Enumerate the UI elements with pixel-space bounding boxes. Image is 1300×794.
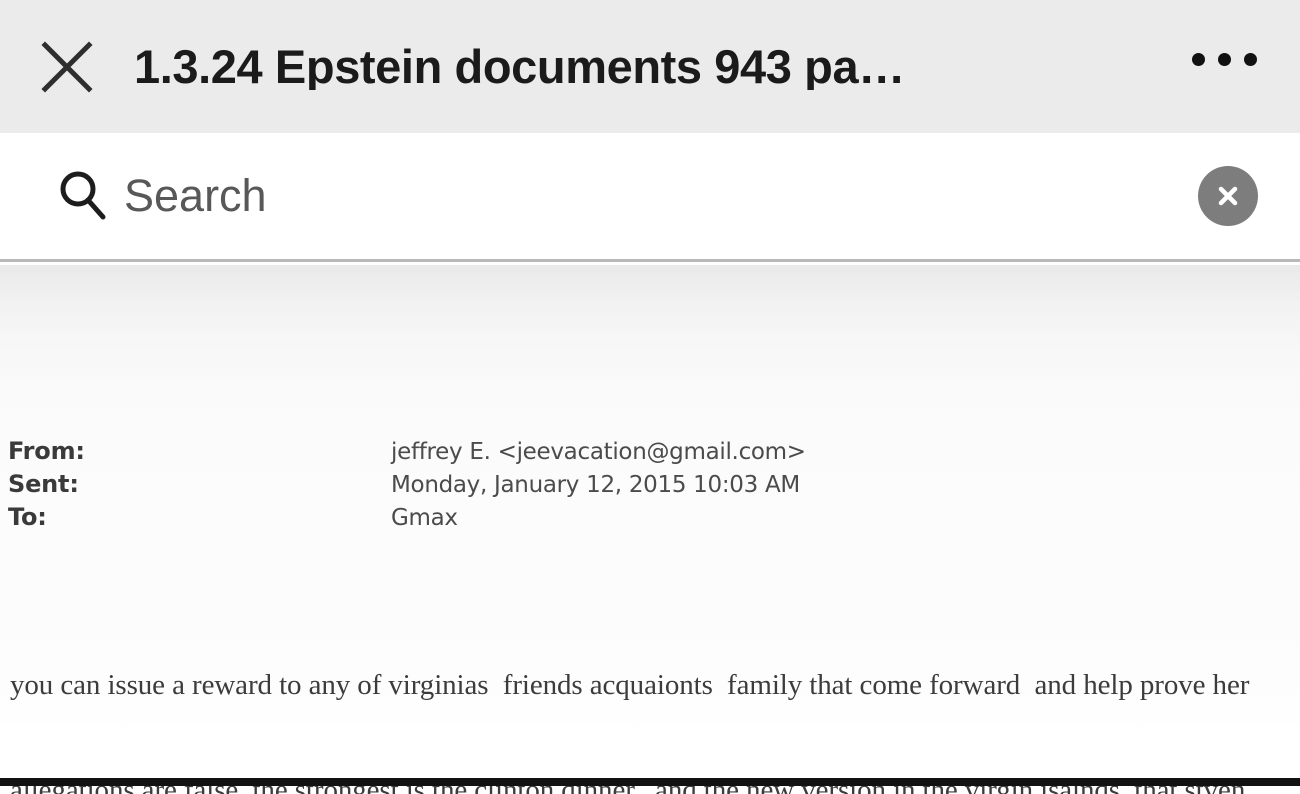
email-header-row: From: jeffrey E. <jeevacation@gmail.com> [8,437,848,470]
email-header-block: From: jeffrey E. <jeevacation@gmail.com>… [8,437,848,536]
email-body-line: you can issue a reward to any of virgini… [10,669,1250,701]
close-button[interactable] [30,30,104,104]
document-page: From: jeffrey E. <jeevacation@gmail.com>… [0,265,1300,794]
more-options-ellipsis-icon [1243,53,1257,66]
email-header-row: Sent: Monday, January 12, 2015 10:03 AM [8,470,848,503]
clear-search-button[interactable] [1198,166,1258,226]
search-bar [0,133,1300,262]
email-to-value: Gmax [391,505,458,531]
email-from-value: jeffrey E. <jeevacation@gmail.com> [391,439,806,465]
search-input[interactable] [124,166,1198,226]
document-viewer-app: 1.3.24 Epstein documents 943 pa… Search … [0,0,1300,794]
document-scroll-area[interactable]: From: jeffrey E. <jeevacation@gmail.com>… [0,265,1300,794]
email-sent-label: Sent: [8,470,79,498]
page-bottom-edge [0,778,1300,786]
email-from-label: From: [8,437,85,465]
close-x-icon [38,38,96,96]
email-sent-value: Monday, January 12, 2015 10:03 AM [391,472,800,498]
email-body-text: you can issue a reward to any of virgini… [10,598,1300,794]
title-bar: 1.3.24 Epstein documents 943 pa… [0,0,1300,133]
search-icon [54,167,112,225]
more-options-ellipsis-icon [1217,53,1231,66]
more-options-button[interactable] [1178,32,1270,102]
document-title: 1.3.24 Epstein documents 943 pa… [134,43,905,90]
email-to-label: To: [8,503,47,531]
clear-circle-x-icon [1211,179,1245,213]
email-header-row: To: Gmax [8,503,848,536]
more-options-ellipsis-icon [1191,53,1205,66]
